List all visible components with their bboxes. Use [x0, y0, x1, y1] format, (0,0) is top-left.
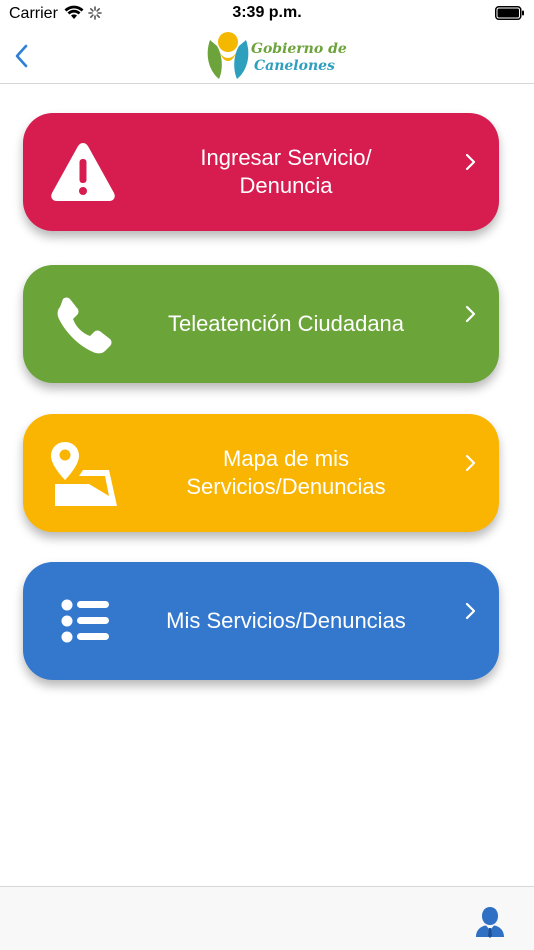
warning-triangle-icon: [49, 139, 117, 205]
canelones-logo: Gobierno de Canelones: [205, 30, 347, 82]
user-profile-icon[interactable]: [474, 905, 506, 944]
navigation-bar: Gobierno de Canelones: [0, 28, 534, 84]
ingresar-servicio-button[interactable]: Ingresar Servicio/ Denuncia: [23, 113, 499, 231]
mis-servicios-button[interactable]: Mis Servicios/Denuncias: [23, 562, 499, 680]
menu-item-label: Teleatención Ciudadana: [167, 311, 405, 336]
phone-icon: [49, 291, 117, 357]
list-icon: [49, 588, 117, 654]
logo-title-line1: Gobierno de: [251, 41, 347, 57]
chevron-right-icon: [463, 305, 477, 323]
chevron-right-icon: [463, 602, 477, 620]
logo-title-line2: Canelones: [254, 58, 335, 74]
back-button[interactable]: [14, 44, 28, 73]
menu-item-label: Mis Servicios/Denuncias: [166, 608, 406, 633]
bottom-toolbar: [0, 886, 534, 950]
status-time: 3:39 p.m.: [232, 4, 302, 21]
map-pin-icon: [49, 440, 117, 506]
menu-item-label: Ingresar Servicio/ Denuncia: [200, 145, 372, 198]
mapa-servicios-button[interactable]: Mapa de mis Servicios/Denuncias: [23, 414, 499, 532]
menu-item-label: Mapa de mis Servicios/Denuncias: [186, 446, 386, 499]
logo-emblem-icon: [207, 32, 249, 79]
status-bar: Carrier 3:39 p.m.: [0, 0, 534, 28]
teleatencion-ciudadana-button[interactable]: Teleatención Ciudadana: [23, 265, 499, 383]
chevron-right-icon: [463, 454, 477, 472]
battery-icon: [495, 6, 525, 25]
chevron-right-icon: [463, 153, 477, 171]
